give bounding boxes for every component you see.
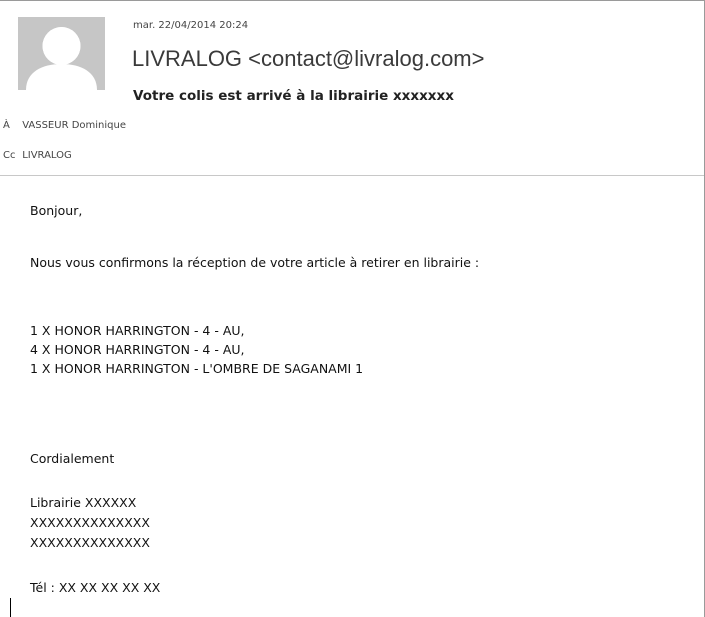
order-item: 1 X HONOR HARRINGTON - L'OMBRE DE SAGANA… [30, 361, 364, 376]
to-row: À VASSEUR Dominique [0, 120, 126, 131]
cc-row: Cc LIVRALOG [0, 150, 72, 161]
signature-line: Librairie XXXXXX [30, 495, 137, 510]
order-item: 4 X HONOR HARRINGTON - 4 - AU, [30, 342, 245, 357]
sender-avatar[interactable] [18, 17, 105, 90]
signature-line: XXXXXXXXXXXXXX [30, 515, 150, 530]
cc-label: Cc [3, 150, 16, 161]
to-label: À [3, 120, 10, 131]
body-closing: Cordialement [30, 451, 115, 466]
text-caret [10, 598, 11, 617]
body-greeting: Bonjour, [30, 203, 83, 218]
signature-phone: Tél : XX XX XX XX XX [30, 580, 161, 595]
body-intro: Nous vous confirmons la réception de vot… [30, 255, 480, 270]
sender-address[interactable]: LIVRALOG <contact@livralog.com> [132, 46, 484, 72]
person-silhouette-icon [18, 17, 105, 90]
header-divider [0, 175, 704, 176]
order-item: 1 X HONOR HARRINGTON - 4 - AU, [30, 323, 245, 338]
message-subject: Votre colis est arrivé à la librairie xx… [133, 88, 454, 104]
cc-recipient[interactable]: LIVRALOG [22, 150, 72, 161]
signature-line: XXXXXXXXXXXXXX [30, 535, 150, 550]
window-border-top [0, 0, 705, 1]
to-recipient[interactable]: VASSEUR Dominique [22, 120, 126, 131]
message-date: mar. 22/04/2014 20:24 [133, 20, 249, 31]
